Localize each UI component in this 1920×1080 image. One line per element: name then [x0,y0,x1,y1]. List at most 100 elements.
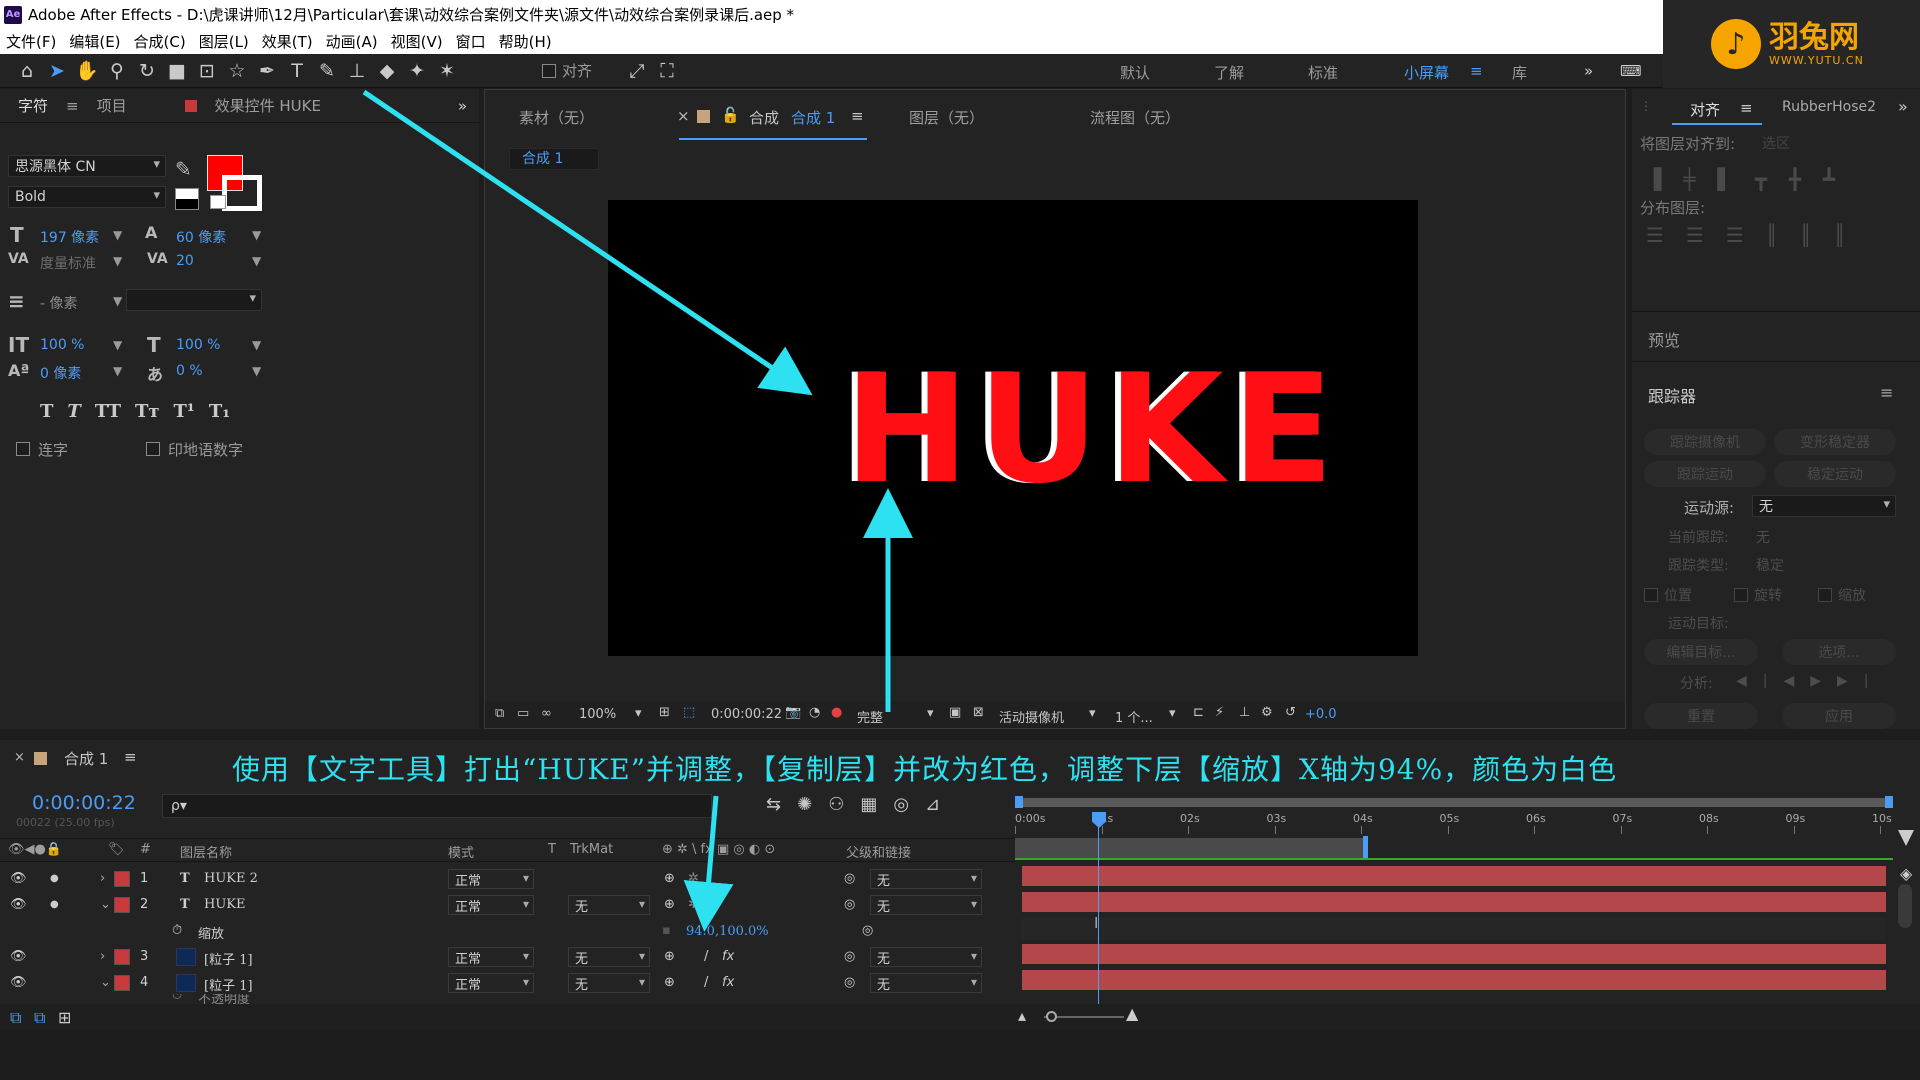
position-checkbox[interactable] [1644,588,1658,602]
in-out-toggle-icon[interactable]: ⊞ [58,1008,71,1027]
property-pickwhip-icon[interactable]: ◎ [862,923,873,938]
hand-tool-icon[interactable]: ✋ [72,57,102,85]
resolution-caret[interactable]: ▾ [927,706,934,721]
show-snapshot-icon[interactable]: ◔ [809,705,820,720]
stroke-width-value[interactable]: - 像素 [40,293,78,313]
tab-composition-prefix[interactable]: 合成 [749,107,779,128]
pickwhip-icon[interactable]: ◎ [844,975,855,990]
dist-vcenter-icon[interactable]: ☰ [1686,223,1704,247]
comp-mini-flowchart-icon[interactable]: ⇆ [766,794,781,815]
reset-button[interactable]: 重置 [1644,703,1758,729]
workspace-learn[interactable]: 了解 [1214,62,1244,83]
roto-brush-tool-icon[interactable]: ✦ [402,57,432,85]
views-caret[interactable]: ▾ [1169,706,1176,721]
zoom-slider-thumb[interactable] [1046,1011,1057,1022]
menu-composition[interactable]: 合成(C) [134,31,186,52]
eyedropper-icon[interactable]: ✎ [175,157,192,181]
always-preview-icon[interactable]: ⧉ [495,706,504,721]
solo-dot-icon[interactable]: ● [50,899,59,910]
ligatures-checkbox[interactable] [16,442,30,456]
dist-hcenter-icon[interactable]: ║ [1800,223,1812,247]
menu-animation[interactable]: 动画(A) [326,31,378,52]
clone-stamp-tool-icon[interactable]: ⊥ [342,57,372,85]
parent-select[interactable]: 无 [870,895,982,915]
timeline-current-time[interactable]: 0:00:00:22 [32,792,136,814]
camera-tool-icon[interactable]: ■ [162,57,192,85]
workspace-libraries[interactable]: 库 [1512,62,1527,83]
type-tool-icon[interactable]: T [282,57,312,85]
expand-closed-icon[interactable]: › [100,871,105,886]
align-right-icon[interactable]: ▌ [1717,167,1732,191]
layer-label-color-icon[interactable] [114,897,130,913]
graph-editor-icon[interactable]: ⊿ [925,794,940,815]
huke-text-layer[interactable]: HUKE [608,200,1418,530]
scale-property-value[interactable]: 94.0,100.0% [686,924,769,939]
layer-name-header[interactable]: 图层名称 [180,842,232,861]
parent-select[interactable]: 无 [870,947,982,967]
visibility-eye-icon[interactable]: 👁 [10,871,27,886]
parent-select[interactable]: 无 [870,973,982,993]
layer-1-duration-bar[interactable] [1022,866,1886,886]
time-ruler[interactable]: 0:00s01s02s03s04s05s06s07s08s09s10s [1015,790,1895,862]
font-size-value[interactable]: 197 像素 [40,227,99,247]
tracking-caret[interactable]: ▼ [252,254,261,268]
dist-bottom-icon[interactable]: ☰ [1726,223,1744,247]
scale-property-row[interactable]: ⏱ 缩放 ▪ 94.0,100.0% ◎ [0,918,1015,944]
work-area-bar[interactable] [1015,838,1365,858]
visibility-eye-icon[interactable]: 👁 [10,897,27,912]
right-collapse-icon[interactable]: ⋮ [1640,99,1652,113]
all-caps-button[interactable]: TT [95,401,121,422]
align-bottom-icon[interactable]: ┻ [1823,167,1835,191]
superscript-button[interactable]: T¹ [174,401,195,422]
align-left-icon[interactable]: ▐ [1646,167,1661,191]
work-area-end-marker[interactable] [1363,836,1368,860]
menu-layer[interactable]: 图层(L) [199,31,249,52]
align-menu-icon[interactable]: ≡ [1740,99,1753,117]
hindi-digits-checkbox[interactable] [146,442,160,456]
comp-button-icon[interactable]: ◈ [1900,864,1912,883]
tab-project[interactable]: 项目 [97,95,127,116]
snap-line-icon[interactable]: ⤢ [622,57,652,85]
frame-blending-icon[interactable]: ▦ [860,794,877,815]
menu-edit[interactable]: 编辑(E) [69,31,120,52]
timeline-zoom-handle[interactable] [1898,830,1914,846]
pen-tool-icon[interactable]: ✒ [252,57,282,85]
zoom-in-icon[interactable]: ▲ [1126,1004,1138,1023]
effects-switch-icon[interactable]: fx [722,975,734,990]
baseline-shift-caret[interactable]: ▼ [113,364,122,378]
quality-switch-icon[interactable]: / [704,975,708,990]
vertical-scale-caret[interactable]: ▼ [113,338,122,352]
menu-view[interactable]: 视图(V) [391,31,443,52]
faux-italic-button[interactable]: T [67,401,80,422]
pickwhip-icon[interactable]: ◎ [844,949,855,964]
layer-name[interactable]: HUKE 2 [204,871,258,886]
timeline-search-input[interactable]: ρ▾ [162,794,712,818]
composition-canvas[interactable]: HUKE [608,200,1418,656]
resolution-select[interactable]: 完整 [857,707,883,726]
shy-switch-icon[interactable]: ⊕ [664,871,675,886]
zoom-caret[interactable]: ▾ [635,706,642,721]
expand-open-icon[interactable]: ⌄ [100,897,111,912]
opacity-stopwatch-icon[interactable]: ⏱ [172,994,182,1003]
workspace-menu-icon[interactable]: ≡ [1470,62,1483,80]
layer-2-duration-bar[interactable] [1022,892,1886,912]
lock-icon[interactable]: 🔓 [721,106,740,124]
font-style-select[interactable]: Bold [8,186,166,208]
close-timeline-icon[interactable]: × [14,750,25,765]
solo-dot-icon[interactable]: ● [50,873,59,884]
expand-open-icon[interactable]: ⌄ [100,975,111,990]
reset-exposure-icon[interactable]: ↺ [1285,705,1296,720]
layer-row-1[interactable]: 👁 ● › 1 T HUKE 2 正常 ⊕ ✲ ◎ 无 [0,866,1015,892]
font-family-select[interactable]: 思源黑体 CN [8,155,166,177]
layer-name[interactable]: [粒子 1] [204,975,253,994]
tab-layer[interactable]: 图层（无） [909,107,984,128]
preview-panel-label[interactable]: 预览 [1648,327,1680,351]
pickwhip-icon[interactable]: ◎ [844,897,855,912]
warp-stabilizer-button[interactable]: 变形稳定器 [1774,429,1896,455]
align-top-icon[interactable]: ┳ [1755,167,1767,191]
selection-tool-icon[interactable]: ➤ [42,57,72,85]
toggle-pixel-aspect-icon[interactable]: ⊏ [1193,705,1204,720]
tracker-menu-icon[interactable]: ≡ [1880,383,1893,402]
shy-layers-icon[interactable]: ⚇ [828,794,844,815]
edit-target-button[interactable]: 编辑目标... [1644,639,1758,665]
